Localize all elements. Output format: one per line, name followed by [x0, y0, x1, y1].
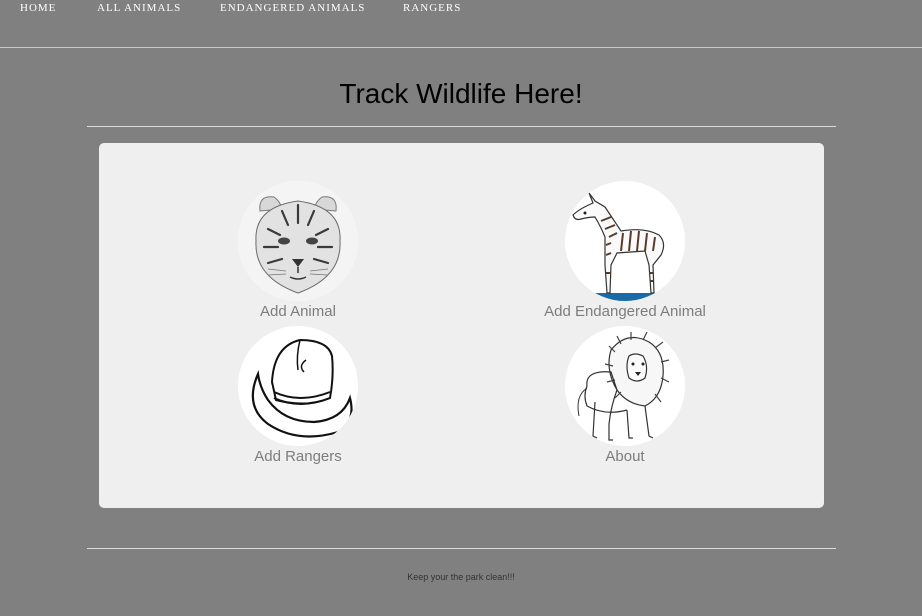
add-animal-tile[interactable]: Add Animal [178, 181, 418, 321]
nav-all-animals[interactable]: ALL ANIMALS [97, 2, 181, 14]
about-tile[interactable]: About [505, 326, 745, 466]
add-rangers-label[interactable]: Add Rangers [178, 448, 418, 466]
footer-text: Keep your the park clean!!! [407, 572, 515, 582]
add-endangered-animal-tile[interactable]: Add Endangered Animal [505, 181, 745, 321]
page-title: Track Wildlife Here! [339, 78, 583, 109]
top-navbar: HOME ALL ANIMALS ENDANGERED ANIMALS RANG… [0, 0, 922, 48]
about-label[interactable]: About [505, 448, 745, 466]
action-panel: Add Animal Add Endangered Animal Add Ran… [99, 143, 824, 508]
nav-endangered-animals[interactable]: ENDANGERED ANIMALS [220, 2, 365, 14]
add-endangered-animal-label[interactable]: Add Endangered Animal [505, 303, 745, 321]
add-rangers-tile[interactable]: Add Rangers [178, 326, 418, 466]
footer-divider [87, 548, 836, 549]
nav-rangers[interactable]: RANGERS [403, 2, 461, 14]
tiger-icon[interactable] [238, 181, 358, 301]
add-animal-label[interactable]: Add Animal [178, 303, 418, 321]
title-divider [87, 126, 836, 127]
cowboy-hat-icon[interactable] [238, 326, 358, 446]
zebra-icon[interactable] [565, 181, 685, 301]
lion-icon[interactable] [565, 326, 685, 446]
nav-home[interactable]: HOME [20, 2, 56, 14]
